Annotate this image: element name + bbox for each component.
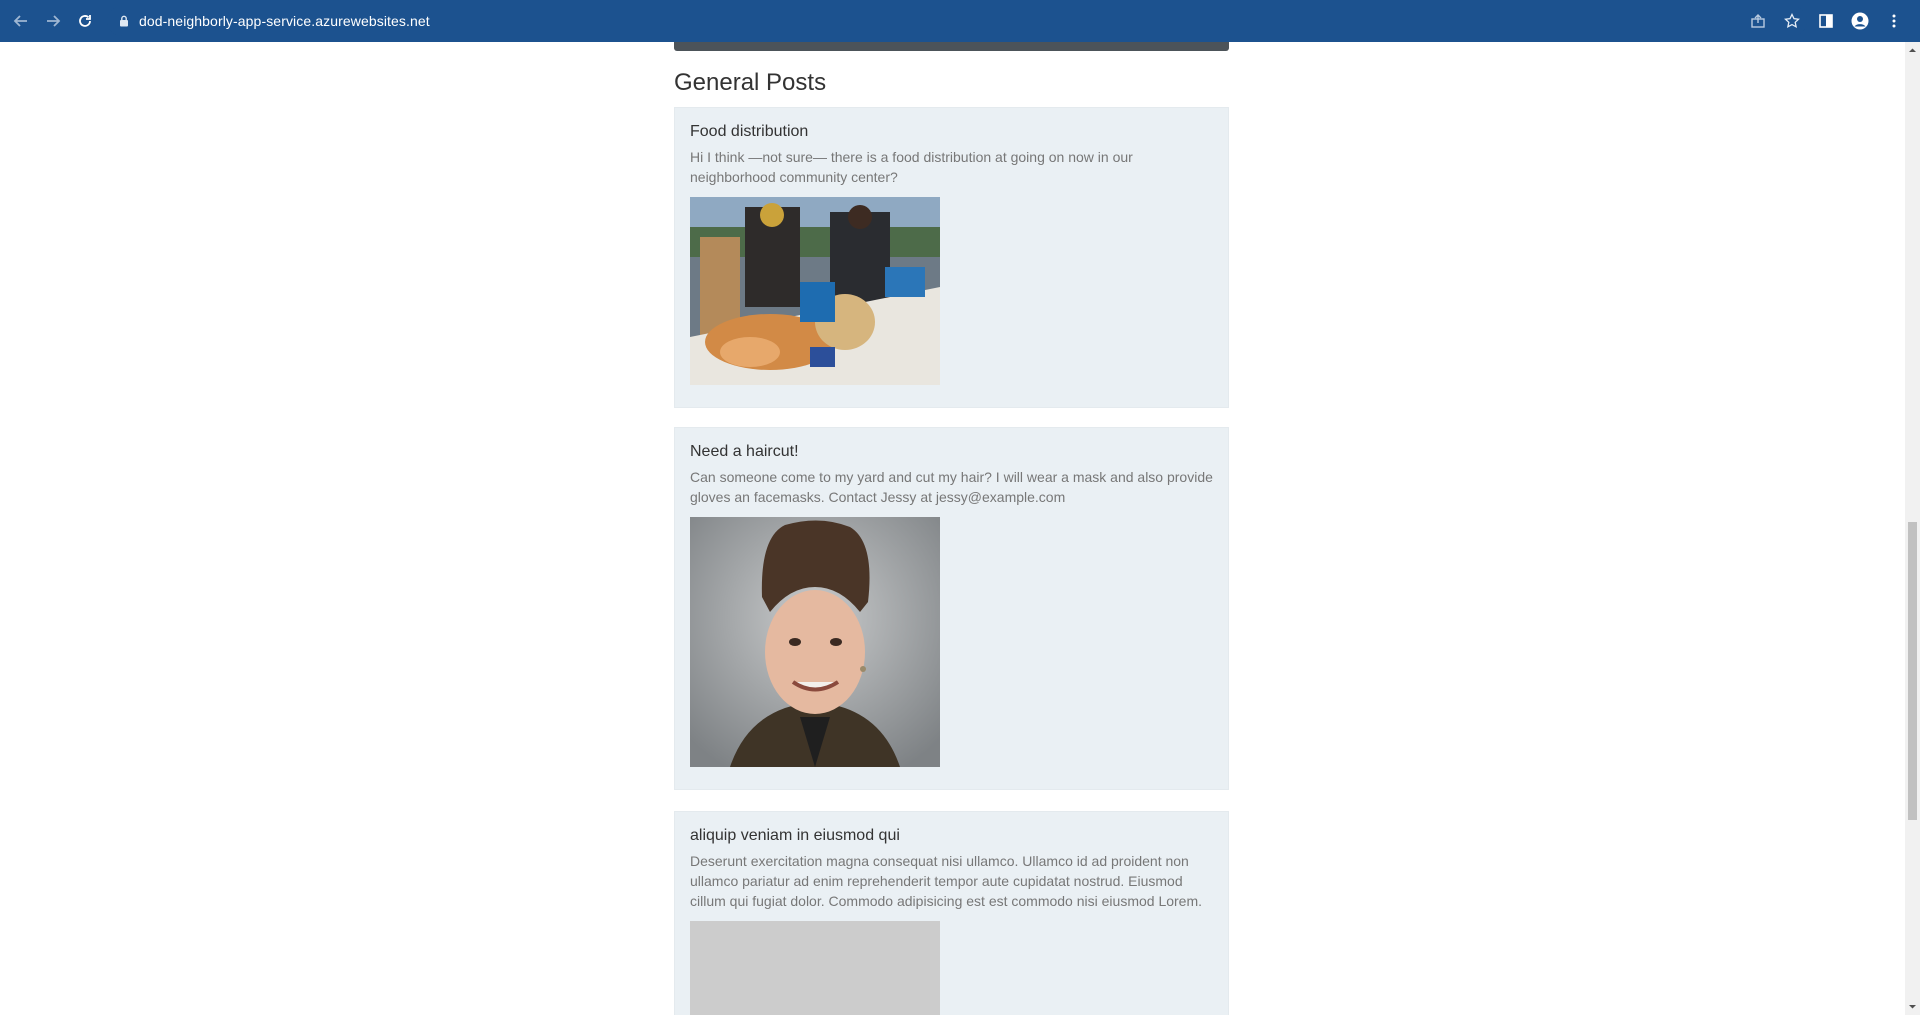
profile-button[interactable] — [1844, 5, 1876, 37]
forward-button[interactable] — [37, 5, 69, 37]
reload-button[interactable] — [69, 5, 101, 37]
scroll-up-icon[interactable] — [1908, 46, 1917, 55]
star-icon — [1784, 13, 1800, 29]
scroll-down-icon[interactable] — [1908, 1002, 1917, 1011]
menu-button[interactable] — [1878, 5, 1910, 37]
scrollbar-thumb[interactable] — [1908, 522, 1917, 820]
browser-actions — [1742, 5, 1910, 37]
bookmark-button[interactable] — [1776, 5, 1808, 37]
post-card: aliquip veniam in eiusmod qui Deserunt e… — [674, 811, 1229, 1015]
browser-toolbar: dod-neighborly-app-service.azurewebsites… — [0, 0, 1920, 42]
reload-icon — [79, 15, 91, 27]
arrow-left-icon — [13, 15, 27, 27]
section-title: General Posts — [674, 69, 827, 96]
post-title[interactable]: Need a haircut! — [690, 443, 1213, 461]
more-vert-icon — [1892, 14, 1896, 28]
back-button[interactable] — [5, 5, 37, 37]
post-card: Need a haircut! Can someone come to my y… — [674, 427, 1229, 790]
post-image-food-distribution — [690, 197, 940, 385]
post-title[interactable]: aliquip veniam in eiusmod qui — [690, 827, 1213, 845]
share-button[interactable] — [1742, 5, 1774, 37]
post-title[interactable]: Food distribution — [690, 123, 1213, 141]
share-icon — [1751, 14, 1765, 28]
post-image-placeholder — [690, 921, 940, 1015]
post-card: Food distribution Hi I think —not sure— … — [674, 107, 1229, 408]
post-body: Can someone come to my yard and cut my h… — [690, 469, 1213, 505]
lock-icon — [120, 15, 128, 27]
address-bar[interactable]: dod-neighborly-app-service.azurewebsites… — [107, 6, 1807, 36]
post-image-haircut — [690, 517, 940, 767]
side-panel-icon — [1819, 14, 1833, 28]
vertical-scrollbar[interactable] — [1905, 42, 1920, 1015]
arrow-right-icon — [47, 15, 61, 27]
previous-section-bottom — [674, 42, 1229, 51]
account-icon — [1851, 12, 1869, 30]
post-body: Hi I think —not sure— there is a food di… — [690, 149, 1133, 185]
post-body: Deserunt exercitation magna consequat ni… — [690, 853, 1203, 909]
page-content: General Posts Food distribution Hi I thi… — [0, 42, 1905, 1015]
url-text: dod-neighborly-app-service.azurewebsites… — [139, 13, 430, 29]
side-panel-button[interactable] — [1810, 5, 1842, 37]
